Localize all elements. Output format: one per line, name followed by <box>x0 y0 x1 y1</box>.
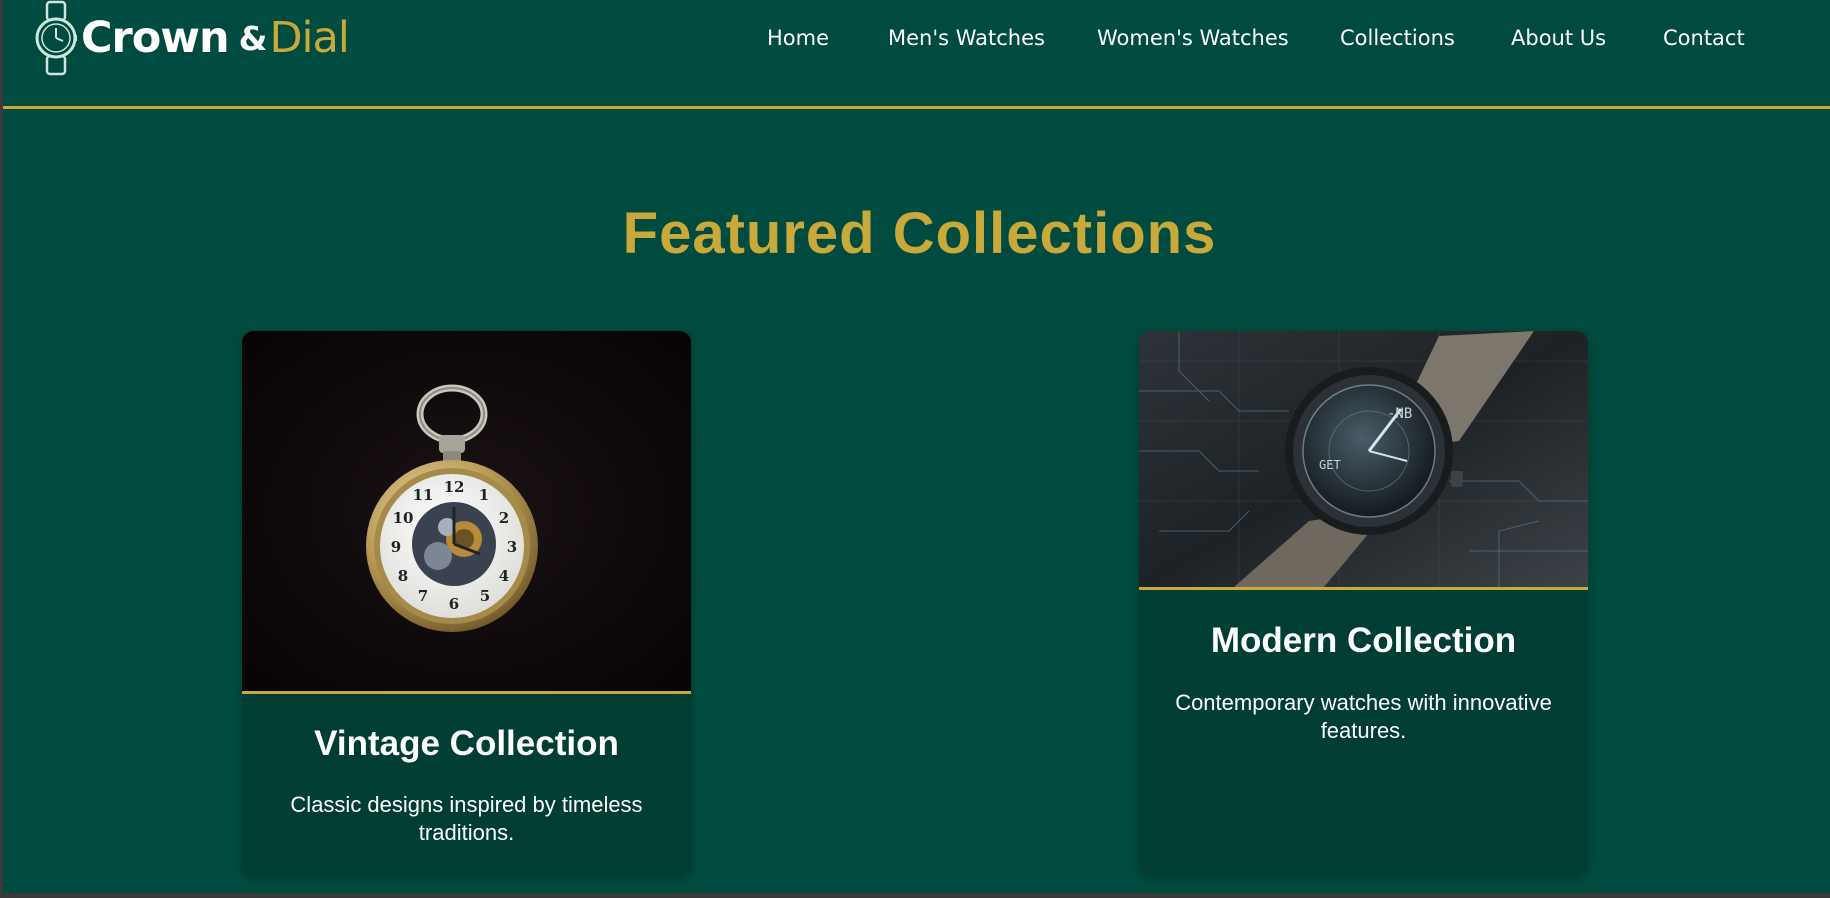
svg-text:12: 12 <box>444 478 465 496</box>
pocket-watch-image: 12 1 2 3 4 5 6 7 8 9 10 11 <box>242 331 691 694</box>
card-description: Contemporary watches with innovative fea… <box>1175 690 1552 743</box>
svg-text:-NB: -NB <box>1387 406 1412 422</box>
smartwatch-image: -NB GET <box>1139 331 1588 590</box>
svg-text:4: 4 <box>499 567 509 585</box>
nav-collections[interactable]: Collections <box>1340 26 1455 50</box>
svg-text:9: 9 <box>391 538 401 556</box>
nav-mens-watches[interactable]: Men's Watches <box>888 26 1045 50</box>
nav-womens-watches[interactable]: Women's Watches <box>1097 26 1289 50</box>
svg-text:8: 8 <box>398 567 408 585</box>
nav-home[interactable]: Home <box>767 26 829 50</box>
section-title: Featured Collections <box>622 201 1217 266</box>
nav-contact[interactable]: Contact <box>1663 26 1745 50</box>
card-description: Classic designs inspired by timeless tra… <box>290 792 643 845</box>
svg-text:GET: GET <box>1319 458 1341 472</box>
site-header: Crown & Dial Home Men's Watches Women's … <box>3 0 1830 109</box>
svg-text:5: 5 <box>480 587 490 605</box>
svg-text:3: 3 <box>507 538 517 556</box>
svg-text:1: 1 <box>479 486 489 504</box>
svg-text:2: 2 <box>499 509 509 527</box>
collection-card-modern[interactable]: -NB GET Modern Collection Contemporary w… <box>1139 331 1588 874</box>
main-nav: Home Men's Watches Women's Watches Colle… <box>3 0 1830 82</box>
card-title: Modern Collection <box>1210 621 1517 660</box>
card-title: Vintage Collection <box>314 724 619 763</box>
collection-card-vintage[interactable]: 12 1 2 3 4 5 6 7 8 9 10 11 Vintage Colle… <box>242 331 691 874</box>
svg-text:10: 10 <box>393 509 414 527</box>
svg-text:6: 6 <box>449 595 459 613</box>
svg-text:7: 7 <box>418 587 428 605</box>
page: Crown & Dial Home Men's Watches Women's … <box>3 0 1830 893</box>
svg-text:11: 11 <box>413 486 434 504</box>
nav-about-us[interactable]: About Us <box>1511 26 1606 50</box>
